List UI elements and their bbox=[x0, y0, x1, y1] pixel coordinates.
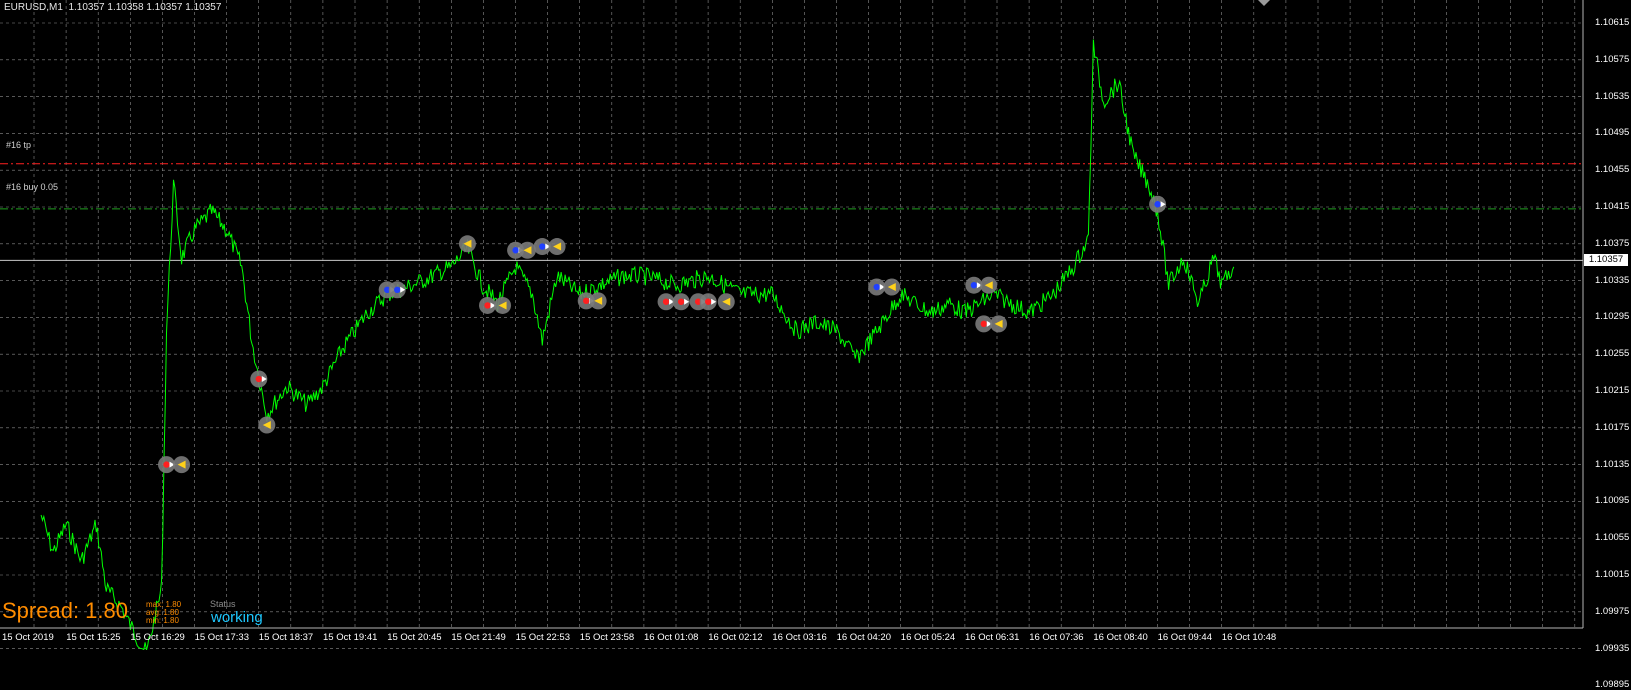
price-axis-label: 1.09975 bbox=[1595, 605, 1630, 617]
time-axis-label: 15 Oct 21:49 bbox=[451, 632, 506, 643]
time-axis-label: 15 Oct 2019 bbox=[2, 632, 54, 643]
trade-marker-entry-sell bbox=[479, 296, 497, 314]
entry-dot-icon bbox=[255, 375, 262, 383]
trade-marker-entry-sell bbox=[975, 315, 993, 333]
entry-dot-icon bbox=[662, 298, 670, 305]
price-axis-label: 1.10415 bbox=[1595, 201, 1630, 212]
time-axis-label: 16 Oct 06:31 bbox=[965, 632, 1020, 643]
trade-marker-exit bbox=[173, 456, 191, 474]
price-axis-label: 1.10375 bbox=[1595, 237, 1630, 249]
price-axis-label: 1.10255 bbox=[1595, 348, 1630, 360]
trade-marker-entry-buy bbox=[868, 278, 886, 296]
time-axis-label: 15 Oct 20:45 bbox=[387, 632, 442, 643]
price-axis-label: 1.09935 bbox=[1595, 642, 1630, 654]
entry-dot-icon bbox=[394, 286, 401, 293]
trade-marker-exit bbox=[980, 276, 998, 294]
trade-marker-exit bbox=[548, 238, 566, 256]
price-axis-label: 1.10055 bbox=[1595, 532, 1630, 544]
tp-level-label: #16 tp bbox=[6, 140, 32, 150]
price-axis-label: 1.10535 bbox=[1595, 90, 1630, 102]
trade-marker-exit bbox=[589, 292, 607, 310]
entry-dot-icon bbox=[970, 282, 978, 289]
status-label: Status bbox=[210, 599, 236, 609]
time-axis-label: 16 Oct 07:36 bbox=[1029, 632, 1084, 643]
entry-dot-icon bbox=[484, 302, 491, 309]
entry-dot-icon bbox=[705, 298, 712, 305]
entry-dot-icon bbox=[1154, 201, 1161, 208]
trade-marker-entry-buy bbox=[388, 281, 406, 299]
price-line bbox=[40, 39, 1235, 650]
price-axis-label: 1.10095 bbox=[1595, 495, 1630, 507]
time-axis-label: 15 Oct 19:41 bbox=[323, 632, 378, 643]
price-axis-label: 1.10135 bbox=[1595, 458, 1630, 470]
trade-marker-entry-buy bbox=[533, 238, 551, 256]
time-axis-label: 15 Oct 18:37 bbox=[258, 632, 314, 643]
trade-marker-exit bbox=[990, 315, 1008, 333]
price-axis-label: 1.10175 bbox=[1595, 421, 1630, 433]
time-axis-label: 15 Oct 22:53 bbox=[515, 632, 570, 643]
time-axis-label: 16 Oct 01:08 bbox=[644, 632, 699, 643]
price-axis-label: 1.09895 bbox=[1595, 679, 1630, 690]
price-axis-label: 1.10215 bbox=[1595, 385, 1630, 396]
symbol-header: EURUSD,M1 1.10357 1.10358 1.10357 1.1035… bbox=[4, 2, 221, 13]
price-chart-canvas[interactable] bbox=[0, 0, 1631, 650]
status-value: working bbox=[211, 609, 263, 626]
trade-marker-entry-sell bbox=[158, 456, 176, 474]
trade-marker-entry-sell bbox=[250, 370, 268, 388]
price-axis-label: 1.10575 bbox=[1595, 53, 1630, 65]
trade-marker-exit bbox=[258, 416, 276, 434]
time-axis-label: 15 Oct 23:58 bbox=[579, 632, 635, 643]
buy-level-label: #16 buy 0.05 bbox=[6, 182, 59, 192]
current-price-tag: 1.10357 bbox=[1584, 254, 1628, 267]
entry-dot-icon bbox=[980, 320, 987, 328]
order-levels bbox=[0, 163, 1583, 261]
entry-dot-icon bbox=[539, 243, 546, 250]
price-axis-label: 1.10015 bbox=[1595, 569, 1630, 580]
time-axis-label: 16 Oct 05:24 bbox=[900, 632, 956, 643]
entry-dot-icon bbox=[163, 461, 170, 468]
entry-dot-icon bbox=[677, 298, 685, 305]
time-axis-label: 15 Oct 16:29 bbox=[130, 632, 185, 643]
trade-marker-exit bbox=[717, 293, 735, 311]
spread-min: min: 1.80 bbox=[146, 616, 179, 625]
entry-dot-icon bbox=[873, 283, 880, 291]
trade-marker-exit bbox=[518, 241, 536, 259]
trade-marker-exit bbox=[883, 278, 901, 296]
trade-markers bbox=[158, 195, 1167, 474]
price-axis-label: 1.10335 bbox=[1595, 274, 1630, 286]
trade-marker-exit bbox=[494, 296, 512, 314]
chart-shift-marker bbox=[1258, 0, 1270, 6]
price-axis-label: 1.10455 bbox=[1595, 164, 1630, 176]
symbol-quotes: 1.10357 1.10358 1.10357 1.10357 bbox=[68, 2, 222, 13]
price-axis-label: 1.10295 bbox=[1595, 311, 1630, 323]
symbol-name: EURUSD,M1 bbox=[4, 2, 63, 13]
trade-marker-entry-sell bbox=[699, 293, 717, 311]
time-axis-label: 15 Oct 17:33 bbox=[194, 632, 249, 643]
price-axis-label: 1.10615 bbox=[1595, 17, 1630, 28]
price-axis-label: 1.10495 bbox=[1595, 127, 1630, 139]
trade-marker-entry-sell bbox=[657, 293, 675, 311]
trade-marker-entry-sell bbox=[672, 293, 690, 311]
trade-marker-exit bbox=[458, 235, 476, 253]
spread-value: Spread: 1.80 bbox=[2, 598, 128, 623]
trade-marker-entry-buy bbox=[965, 276, 983, 294]
time-axis-label: 16 Oct 02:12 bbox=[708, 632, 763, 643]
entry-dot-icon bbox=[583, 297, 590, 305]
chart-grid bbox=[0, 0, 1583, 649]
entry-dot-icon bbox=[512, 247, 519, 254]
time-axis-label: 15 Oct 15:25 bbox=[66, 632, 121, 643]
time-axis-label: 16 Oct 04:20 bbox=[836, 632, 891, 643]
trade-marker-entry-buy bbox=[1149, 195, 1167, 213]
time-axis-label: 16 Oct 03:16 bbox=[772, 632, 827, 643]
time-axis-label: 16 Oct 08:40 bbox=[1093, 632, 1148, 643]
time-axis-label: 16 Oct 10:48 bbox=[1221, 632, 1277, 643]
time-axis-label: 16 Oct 09:44 bbox=[1157, 632, 1212, 643]
